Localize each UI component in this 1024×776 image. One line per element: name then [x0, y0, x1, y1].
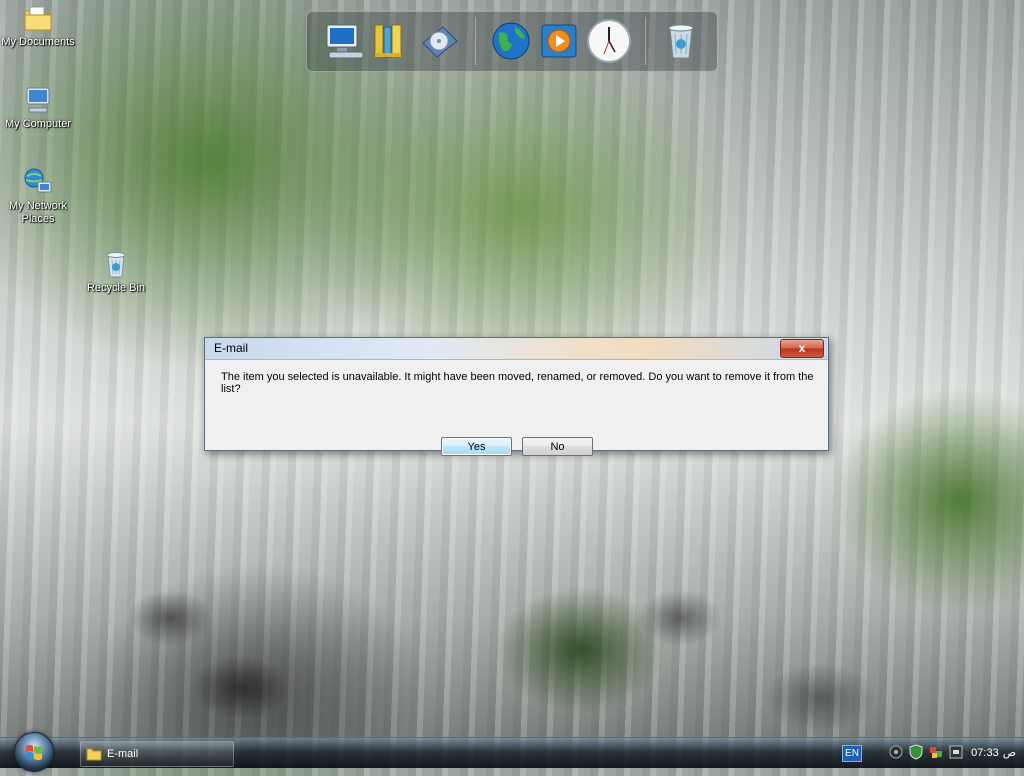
taskbar-item-label: E-mail [107, 748, 139, 760]
dialog-title: E-mail [214, 341, 249, 355]
close-button[interactable]: x [780, 339, 824, 358]
desktop-icon-recycle-bin[interactable]: Recycle Bin [76, 248, 156, 295]
start-button[interactable] [14, 732, 54, 772]
network-status-icon[interactable] [888, 744, 904, 760]
wallpaper [0, 498, 1024, 738]
tools-icon[interactable] [928, 744, 944, 760]
trash-icon [668, 24, 694, 59]
dock-item-disc[interactable] [415, 17, 463, 65]
dock-bar [306, 10, 718, 72]
dock-separator [645, 17, 646, 65]
dock-item-computer[interactable] [321, 17, 369, 65]
clock-ampm: ص [1002, 747, 1016, 759]
volume-icon[interactable] [948, 744, 964, 760]
no-button[interactable]: No [522, 437, 593, 456]
folder-icon [86, 748, 102, 761]
computer-icon [22, 84, 54, 116]
desktop-icon-my-network-places[interactable]: My Network Places [0, 166, 78, 226]
books-icon [374, 24, 402, 58]
dock-item-media-player[interactable] [535, 17, 583, 65]
taskbar-clock[interactable]: 07:33 ص [967, 746, 1016, 759]
dock-item-books[interactable] [365, 17, 413, 65]
dock-item-globe[interactable] [487, 17, 535, 65]
recycle-bin-icon [100, 248, 132, 280]
dock-item-trash[interactable] [657, 17, 705, 65]
dialog-body: The item you selected is unavailable. It… [205, 360, 828, 456]
windows-logo-icon [26, 745, 42, 760]
email-dialog: E-mail x The item you selected is unavai… [204, 337, 829, 456]
yes-button[interactable]: Yes [441, 437, 512, 456]
globe-icon [492, 22, 530, 60]
dialog-titlebar[interactable]: E-mail x [205, 338, 828, 360]
disc-drive-icon [422, 26, 458, 58]
folder-documents-icon [22, 2, 54, 34]
close-icon: x [798, 341, 806, 355]
security-shield-icon[interactable] [908, 744, 924, 760]
media-player-icon [541, 24, 577, 58]
desktop-icon-my-documents[interactable]: My Documents [0, 2, 78, 49]
taskbar-item-email[interactable]: E-mail [80, 741, 234, 767]
dock-item-clock[interactable] [585, 17, 633, 65]
clock-icon [587, 19, 631, 63]
desktop-icon-my-computer[interactable]: My Computer [0, 84, 78, 131]
dock-separator [475, 17, 476, 65]
taskbar: E-mail EN 07:33 ص [0, 732, 1024, 772]
clock-time: 07:33 [971, 747, 999, 759]
computer-monitor-icon [326, 24, 364, 59]
system-tray [888, 744, 964, 760]
network-places-icon [22, 166, 54, 198]
language-indicator[interactable]: EN [842, 745, 862, 762]
dialog-message: The item you selected is unavailable. It… [221, 371, 814, 395]
